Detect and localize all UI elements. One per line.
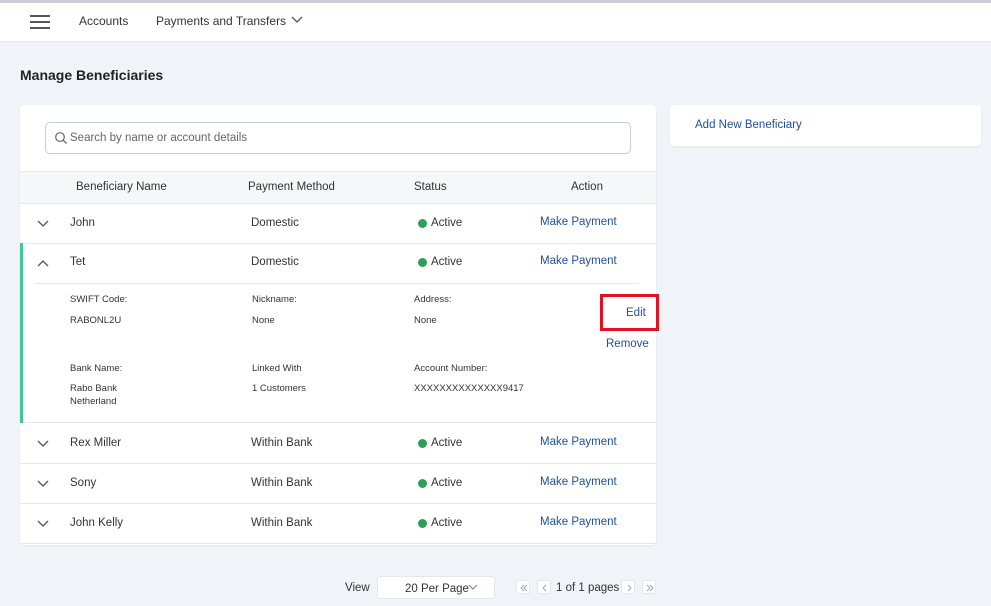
beneficiary-name: John Kelly [70,517,124,529]
payment-method: Domestic [251,256,299,268]
page-info: 1 of 1 pages [556,582,620,594]
status-badge: Active [418,437,462,449]
chevron-up-icon[interactable] [36,256,50,270]
status-text: Active [431,477,463,489]
chevron-down-icon[interactable] [36,517,50,531]
header-beneficiary-name: Beneficiary Name [76,181,167,193]
payment-method: Domestic [251,217,299,229]
table-row: Rex Miller Within Bank Active Make Payme… [20,424,656,464]
make-payment-link[interactable]: Make Payment [540,476,617,488]
search-box [45,122,631,154]
table-row: John Domestic Active Make Payment [20,204,656,244]
payment-method: Within Bank [251,437,313,449]
edit-link[interactable]: Edit [626,307,646,319]
account-number-value: XXXXXXXXXXXXXX9417 [414,383,524,394]
active-dot-icon [418,257,427,267]
header-status: Status [414,181,447,193]
beneficiary-name: John [70,217,95,229]
active-dot-icon [418,438,427,448]
status-badge: Active [418,517,462,529]
address-value: None [414,315,437,326]
double-chevron-right-icon [646,584,654,592]
next-page-button[interactable] [621,580,635,594]
side-actions-card: Add New Beneficiary [670,105,981,146]
chevron-down-icon[interactable] [290,13,304,27]
search-icon [55,132,67,144]
table-row: Sony Within Bank Active Make Payment [20,464,656,504]
payment-method: Within Bank [251,517,313,529]
first-page-button[interactable] [516,580,530,594]
previous-page-button[interactable] [537,580,551,594]
nickname-value: None [252,315,275,326]
beneficiary-name: Rex Miller [70,437,122,449]
header-action: Action [571,181,603,193]
selected-row-accent [20,243,23,423]
table-row: John Kelly Within Bank Active Make Payme… [20,504,656,544]
chevron-down-icon[interactable] [36,477,50,491]
menu-icon[interactable] [30,15,50,29]
table-header: Beneficiary Name Payment Method Status A… [20,171,656,204]
status-badge: Active [418,477,462,489]
chevron-down-icon [468,584,478,590]
double-chevron-left-icon [520,584,528,592]
add-new-beneficiary-link[interactable]: Add New Beneficiary [695,119,802,131]
chevron-down-icon[interactable] [36,217,50,231]
top-navigation-bar: Accounts Payments and Transfers [0,3,991,42]
bank-name-label: Bank Name: [70,363,123,374]
beneficiary-name: Sony [70,477,97,489]
active-dot-icon [418,478,427,488]
status-badge: Active [418,217,462,229]
active-dot-icon [418,518,427,528]
chevron-right-icon [627,584,632,592]
swift-code-label: SWIFT Code: [70,294,128,305]
remove-link[interactable]: Remove [606,338,649,350]
address-label: Address: [414,294,452,305]
details-divider [36,283,639,284]
account-number-label: Account Number: [414,363,488,374]
linked-with-value: 1 Customers [252,383,306,394]
last-page-button[interactable] [642,580,656,594]
chevron-down-icon[interactable] [36,437,50,451]
page-title: Manage Beneficiaries [20,67,164,83]
expanded-row: Tet Domestic Active Make Payment SWIFT C… [20,243,659,423]
per-page-value: 20 Per Page [405,583,469,595]
bank-name-value: Rabo Bank Netherland [70,383,118,407]
make-payment-link[interactable]: Make Payment [540,255,617,267]
chevron-left-icon [542,584,547,592]
status-text: Active [431,437,463,449]
per-page-select[interactable]: 20 Per Page [377,576,495,599]
make-payment-link[interactable]: Make Payment [540,516,617,528]
nav-accounts[interactable]: Accounts [79,14,128,28]
swift-code-value: RABONL2U [70,315,122,326]
nickname-label: Nickname: [252,294,297,305]
make-payment-link[interactable]: Make Payment [540,436,617,448]
view-label: View [345,582,370,594]
payment-method: Within Bank [251,477,313,489]
header-payment-method: Payment Method [248,181,335,193]
search-input[interactable] [70,123,620,153]
status-text: Active [431,256,463,268]
linked-with-label: Linked With [252,363,302,374]
beneficiaries-card: Beneficiary Name Payment Method Status A… [20,105,659,545]
status-badge: Active [418,256,462,268]
beneficiary-name: Tet [70,256,86,268]
status-text: Active [431,217,463,229]
active-dot-icon [418,218,427,228]
make-payment-link[interactable]: Make Payment [540,216,617,228]
nav-payments-and-transfers[interactable]: Payments and Transfers [156,14,286,28]
pagination: View 20 Per Page 1 of 1 pages [0,576,991,600]
status-text: Active [431,517,463,529]
